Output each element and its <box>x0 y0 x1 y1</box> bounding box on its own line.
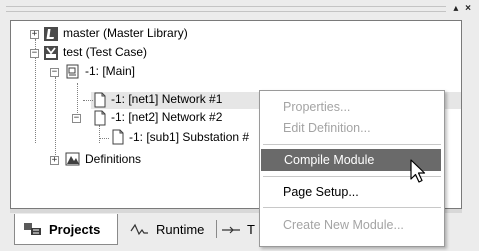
tab-projects[interactable]: Projects <box>14 214 118 245</box>
menu-item-properties[interactable]: Properties... <box>260 96 444 118</box>
network-page-icon <box>112 129 124 145</box>
collapse-toggle-net2[interactable]: − <box>72 114 81 123</box>
module-icon <box>66 64 79 79</box>
panel-grip[interactable] <box>6 6 446 12</box>
runtime-wave-icon <box>130 223 148 235</box>
tab-separator <box>216 220 217 238</box>
network-page-icon <box>94 110 106 126</box>
tree-node-net1[interactable]: -1: [net1] Network #1 <box>111 92 222 107</box>
tree-node-test[interactable]: test (Test Case) <box>63 45 147 60</box>
network-page-icon <box>94 92 106 108</box>
tab-projects-label: Projects <box>49 221 101 237</box>
panel-controls[interactable]: ▴ × <box>453 3 473 14</box>
library-icon <box>44 27 58 41</box>
tree-node-definitions[interactable]: Definitions <box>85 152 141 167</box>
menu-separator <box>263 207 441 208</box>
transfer-icon <box>222 226 240 233</box>
panel-title-strip: ▴ × <box>0 0 479 22</box>
tree-connector <box>99 138 109 139</box>
tree-node-main[interactable]: -1: [Main] <box>85 64 135 79</box>
menu-item-create-new-module[interactable]: Create New Module... <box>260 214 444 236</box>
tab-transfer-label: T <box>247 222 255 237</box>
tab-runtime-label: Runtime <box>156 222 205 237</box>
tree-node-net2[interactable]: -1: [net2] Network #2 <box>111 110 222 125</box>
projects-icon <box>24 223 41 235</box>
collapse-toggle-test[interactable]: − <box>30 49 39 58</box>
test-case-icon <box>44 46 58 60</box>
menu-separator <box>263 144 441 145</box>
menu-item-edit-definition[interactable]: Edit Definition... <box>260 117 444 139</box>
tree-connector <box>99 125 100 143</box>
definitions-icon <box>65 152 80 166</box>
tree-node-sub1[interactable]: -1: [sub1] Substation # <box>129 130 249 145</box>
expand-toggle-master[interactable]: + <box>30 30 39 39</box>
mouse-pointer-icon <box>410 159 426 183</box>
tab-runtime[interactable]: Runtime <box>124 214 214 245</box>
tree-node-master[interactable]: master (Master Library) <box>63 26 188 41</box>
collapse-toggle-main[interactable]: − <box>50 68 59 77</box>
expand-toggle-definitions[interactable]: + <box>50 156 59 165</box>
tree-connector <box>55 77 56 161</box>
